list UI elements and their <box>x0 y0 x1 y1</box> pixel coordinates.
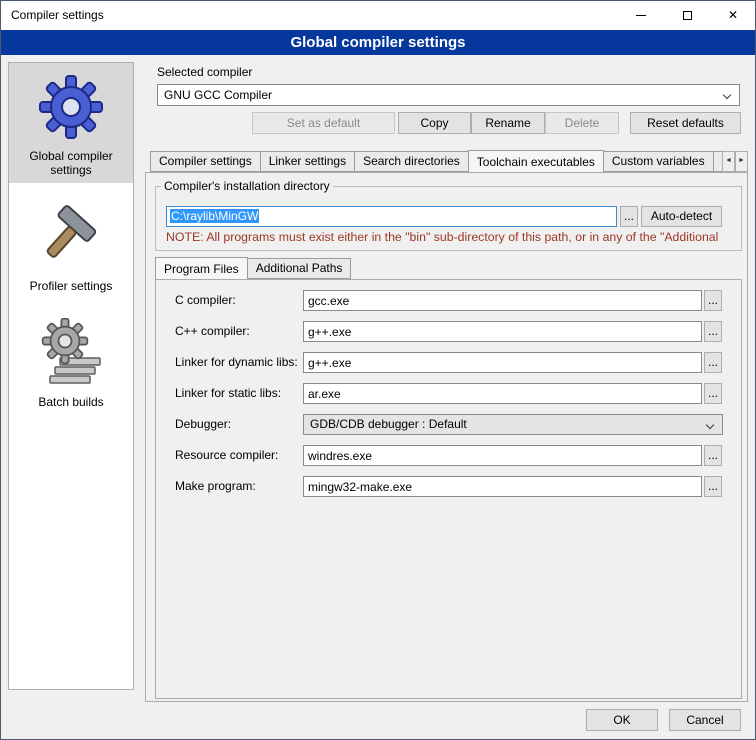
dynamic-linker-label: Linker for dynamic libs: <box>175 355 298 369</box>
dynamic-linker-browse-button[interactable]: ... <box>704 352 722 373</box>
tab-compiler-settings[interactable]: Compiler settings <box>150 151 261 172</box>
gray-gears-icon <box>38 318 104 388</box>
resource-compiler-label: Resource compiler: <box>175 448 278 462</box>
install-dir-value: C:\raylib\MinGW <box>170 209 259 223</box>
rename-button[interactable]: Rename <box>471 112 545 134</box>
chevron-down-icon <box>723 91 731 99</box>
tab-label: Linker settings <box>269 154 346 168</box>
autodetect-button[interactable]: Auto-detect <box>641 206 722 227</box>
c-compiler-input[interactable] <box>303 290 702 311</box>
resource-compiler-browse-button[interactable]: ... <box>704 445 722 466</box>
install-dir-input[interactable]: C:\raylib\MinGW <box>166 206 617 227</box>
blue-gear-icon <box>37 73 105 141</box>
copy-button[interactable]: Copy <box>398 112 471 134</box>
static-linker-input[interactable] <box>303 383 702 404</box>
cpp-compiler-label: C++ compiler: <box>175 324 250 338</box>
subtab-program-files[interactable]: Program Files <box>155 257 248 279</box>
debugger-label: Debugger: <box>175 417 231 431</box>
window-title: Compiler settings <box>0 8 104 22</box>
reset-defaults-button[interactable]: Reset defaults <box>630 112 741 134</box>
tab-build-options[interactable]: Buil <box>713 151 722 172</box>
dynamic-linker-input[interactable] <box>303 352 702 373</box>
selected-compiler-label: Selected compiler <box>157 65 252 79</box>
tab-label: Search directories <box>363 154 460 168</box>
close-icon: ✕ <box>728 8 738 22</box>
cpp-compiler-browse-button[interactable]: ... <box>704 321 722 342</box>
maximize-icon <box>683 11 692 20</box>
tab-label: Program Files <box>164 262 239 276</box>
static-linker-browse-button[interactable]: ... <box>704 383 722 404</box>
main-tabs: Compiler settings Linker settings Search… <box>150 149 722 172</box>
make-program-input[interactable] <box>303 476 702 497</box>
maximize-button[interactable] <box>664 0 710 30</box>
compiler-combobox[interactable]: GNU GCC Compiler <box>157 84 740 106</box>
debugger-select[interactable]: GDB/CDB debugger : Default <box>303 414 723 435</box>
subtab-additional-paths[interactable]: Additional Paths <box>247 258 352 279</box>
tab-toolchain-executables[interactable]: Toolchain executables <box>468 150 604 172</box>
sub-tabs: Program Files Additional Paths <box>155 256 455 279</box>
static-linker-label: Linker for static libs: <box>175 386 281 400</box>
ok-button[interactable]: OK <box>586 709 658 731</box>
sidebar-item-label: Global compiler settings <box>11 149 131 177</box>
sidebar: Global compiler settings Profiler settin… <box>8 62 134 690</box>
tab-scroll-right-button[interactable]: ► <box>735 151 748 172</box>
sidebar-item-profiler-settings[interactable]: Profiler settings <box>9 193 133 299</box>
compiler-combobox-value: GNU GCC Compiler <box>164 88 272 102</box>
chevron-down-icon <box>706 421 714 429</box>
sidebar-item-batch-builds[interactable]: Batch builds <box>9 309 133 415</box>
c-compiler-browse-button[interactable]: ... <box>704 290 722 311</box>
dialog-banner: Global compiler settings <box>1 30 755 55</box>
install-dir-note: NOTE: All programs must exist either in … <box>166 230 734 244</box>
window-controls: ✕ <box>618 0 756 30</box>
cancel-button[interactable]: Cancel <box>669 709 741 731</box>
sidebar-item-global-compiler-settings[interactable]: Global compiler settings <box>9 63 133 183</box>
install-dir-browse-button[interactable]: ... <box>620 206 638 227</box>
tab-label: Toolchain executables <box>477 155 595 169</box>
set-as-default-button[interactable]: Set as default <box>252 112 395 134</box>
debugger-value: GDB/CDB debugger : Default <box>310 417 467 431</box>
tab-label: Additional Paths <box>256 261 343 275</box>
tab-label: Custom variables <box>612 154 705 168</box>
minimize-icon <box>636 15 646 16</box>
tab-label: Compiler settings <box>159 154 252 168</box>
install-dir-legend: Compiler's installation directory <box>161 179 333 193</box>
sidebar-item-label: Batch builds <box>11 395 131 409</box>
hammer-icon <box>39 203 103 271</box>
c-compiler-label: C compiler: <box>175 293 236 307</box>
titlebar: Compiler settings ✕ <box>0 0 756 30</box>
resource-compiler-input[interactable] <box>303 445 702 466</box>
cpp-compiler-input[interactable] <box>303 321 702 342</box>
delete-button[interactable]: Delete <box>545 112 619 134</box>
sidebar-item-label: Profiler settings <box>11 279 131 293</box>
make-program-browse-button[interactable]: ... <box>704 476 722 497</box>
tab-search-directories[interactable]: Search directories <box>354 151 469 172</box>
make-program-label: Make program: <box>175 479 256 493</box>
tab-custom-variables[interactable]: Custom variables <box>603 151 714 172</box>
minimize-button[interactable] <box>618 0 664 30</box>
close-button[interactable]: ✕ <box>710 0 756 30</box>
tab-linker-settings[interactable]: Linker settings <box>260 151 355 172</box>
tab-scroll-left-button[interactable]: ◄ <box>722 151 735 172</box>
